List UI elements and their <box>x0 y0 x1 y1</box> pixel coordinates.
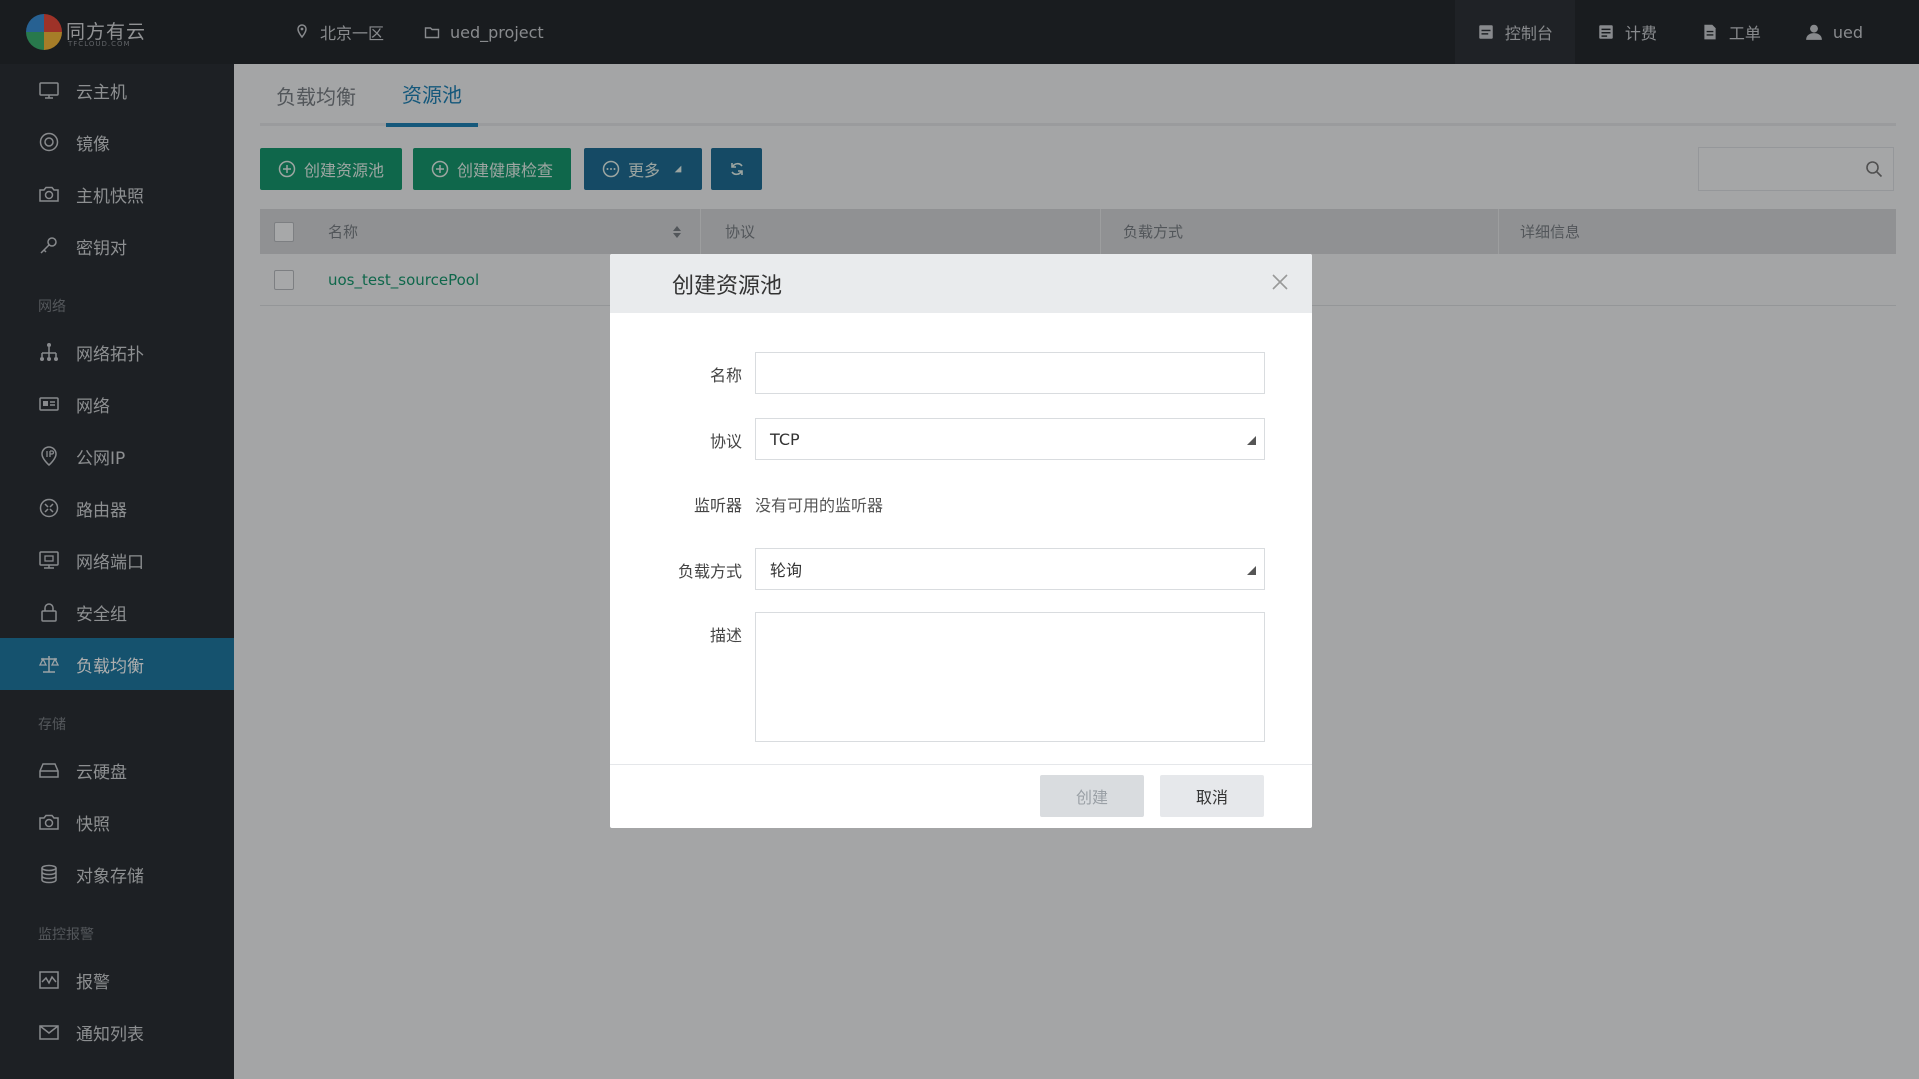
method-select[interactable]: 轮询 <box>755 548 1265 590</box>
dialog-header: 创建资源池 <box>610 254 1312 313</box>
listener-label: 监听器 <box>693 496 742 515</box>
create-pool-dialog: 创建资源池 名称 协议 TCP 监听器 没有可用的监听器 负载方式 轮询 描述 … <box>610 254 1312 828</box>
method-selected-value: 轮询 <box>770 561 803 580</box>
description-label: 描述 <box>709 626 742 645</box>
description-textarea[interactable] <box>755 612 1265 742</box>
close-icon[interactable] <box>1270 272 1290 292</box>
select-triangle-icon <box>1247 436 1256 445</box>
name-input[interactable] <box>755 352 1265 394</box>
name-label: 名称 <box>709 366 742 385</box>
protocol-select[interactable]: TCP <box>755 418 1265 460</box>
dialog-footer: 创建 取消 <box>610 764 1312 828</box>
dialog-title: 创建资源池 <box>672 274 783 299</box>
create-button[interactable]: 创建 <box>1040 775 1144 817</box>
cancel-button[interactable]: 取消 <box>1160 775 1264 817</box>
protocol-label: 协议 <box>709 432 742 451</box>
select-triangle-icon <box>1247 566 1256 575</box>
protocol-selected-value: TCP <box>770 429 800 449</box>
method-label: 负载方式 <box>677 562 742 581</box>
listener-value: 没有可用的监听器 <box>755 496 884 515</box>
